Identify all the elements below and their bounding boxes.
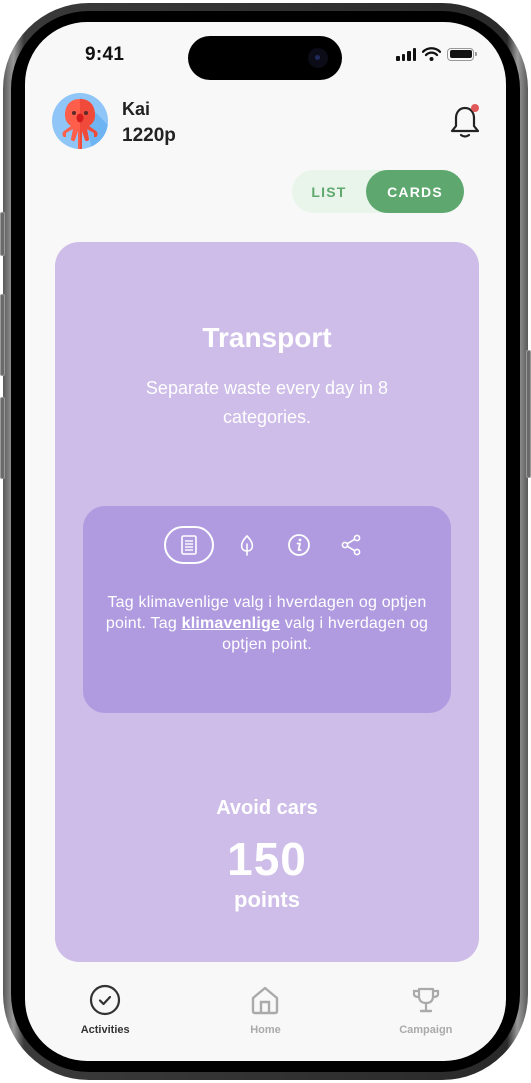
tab-document[interactable] [164,526,214,564]
volume-up-button [0,294,5,376]
screen: 9:41 Kai 1220p LIST CARDS Transport Sepa… [25,22,506,1061]
document-icon [181,535,197,555]
wifi-icon [422,47,441,61]
info-panel: Tag klimavenlige valg i hverdagen og opt… [83,506,451,713]
activity-points: 150 [227,833,307,885]
toggle-cards[interactable]: CARDS [366,170,464,213]
view-toggle: LIST CARDS [292,170,464,213]
nav-label: Activities [80,1024,130,1036]
tab-leaf[interactable] [228,526,266,564]
notification-badge [471,104,479,112]
octopus-icon [62,97,108,149]
activity-name: Avoid cars [216,797,318,819]
toggle-list[interactable]: LIST [292,170,366,213]
check-circle-icon [90,984,121,1016]
status-icons [396,47,477,61]
nav-label: Campaign [399,1024,453,1036]
nav-label: Home [250,1024,281,1036]
user-points: 1220p [122,125,176,146]
status-time: 9:41 [85,44,125,65]
info-icon [288,534,310,556]
dynamic-island [188,36,342,80]
volume-down-button [0,397,5,479]
battery-icon [447,47,477,61]
notifications-button[interactable] [450,104,480,140]
info-text-link[interactable]: klimavenlige [182,615,280,632]
trophy-icon [412,987,439,1013]
mute-switch [0,212,5,256]
camera-icon [308,48,328,68]
card-title: Transport [202,322,332,353]
nav-campaign[interactable]: Campaign [346,982,506,1052]
tab-info[interactable] [280,526,318,564]
avatar[interactable] [52,93,108,149]
user-name: Kai [122,99,151,119]
card-description: Separate waste every day in 8 categories… [145,378,389,427]
cellular-signal-icon [396,47,416,61]
nav-home[interactable]: Home [185,982,345,1052]
power-button [526,350,531,478]
nav-activities[interactable]: Activities [25,982,185,1052]
info-tabs [83,526,451,564]
activity-points-unit: points [234,887,300,912]
activity-card[interactable]: Transport Separate waste every day in 8 … [55,242,479,962]
home-icon [252,986,279,1015]
share-icon [341,534,361,556]
info-text: Tag klimavenlige valg i hverdagen og opt… [97,592,437,655]
bottom-nav: Activities Home Campaign [25,982,506,1052]
leaf-icon [240,534,254,556]
tab-share[interactable] [332,526,370,564]
